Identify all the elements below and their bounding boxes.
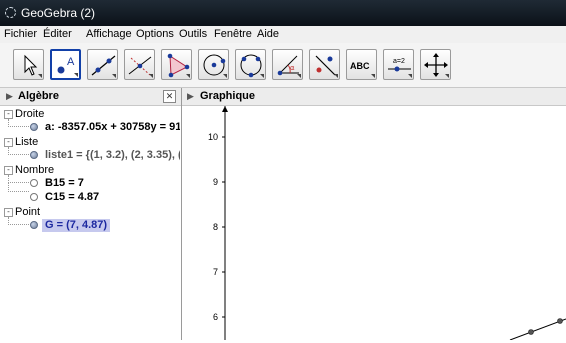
toolbar: A α ABC a=2 — [0, 43, 566, 88]
svg-text:α: α — [290, 64, 295, 72]
y-tick-label: 6 — [213, 312, 218, 322]
algebra-item-g-selected[interactable]: G = (7, 4.87) — [42, 219, 111, 232]
graphics-view[interactable]: 10 9 8 7 6 — [182, 106, 566, 341]
y-tick-label: 9 — [213, 177, 218, 187]
algebra-item-b15[interactable]: B15 = 7 — [45, 177, 84, 190]
collapse-arrow-icon[interactable]: ▶ — [6, 91, 13, 102]
collapse-liste-icon[interactable]: - — [4, 138, 13, 147]
algebra-item-liste1[interactable]: liste1 = {(1, 3.2), (2, 3.35), (3 — [45, 149, 180, 162]
perpendicular-tool-button[interactable] — [124, 49, 155, 80]
collapse-nombre-icon[interactable]: - — [4, 166, 13, 175]
close-algebra-view-button[interactable]: ✕ — [163, 90, 176, 103]
new-point-tool-button[interactable]: A — [50, 49, 81, 80]
circle-three-points-tool-button[interactable] — [235, 49, 266, 80]
visibility-toggle-icon[interactable] — [30, 221, 38, 229]
visibility-toggle-icon[interactable] — [30, 193, 38, 201]
menu-affichage[interactable]: Affichage — [86, 28, 132, 40]
list-point[interactable] — [528, 329, 534, 335]
move-graphics-view-tool-button[interactable] — [420, 49, 451, 80]
collapse-point-icon[interactable]: - — [4, 208, 13, 217]
y-tick-label: 8 — [213, 222, 218, 232]
geogebra-app-icon — [5, 7, 16, 18]
line-tool-button[interactable] — [87, 49, 118, 80]
y-axis-arrow-icon — [222, 106, 228, 112]
menu-outils[interactable]: Outils — [179, 28, 207, 40]
menu-bar: Fichier Éditer Affichage Options Outils … — [0, 26, 566, 43]
menu-fenetre[interactable]: Fenêtre — [214, 28, 252, 40]
menu-options[interactable]: Options — [136, 28, 174, 40]
visibility-toggle-icon[interactable] — [30, 179, 38, 187]
svg-text:A: A — [67, 56, 75, 68]
menu-aide[interactable]: Aide — [257, 28, 279, 40]
graphics-canvas[interactable]: 10 9 8 7 6 — [182, 106, 566, 341]
window-title: GeoGebra (2) — [21, 6, 96, 20]
menu-fichier[interactable]: Fichier — [4, 28, 37, 40]
new-point-tool-icon: A — [57, 56, 75, 74]
graphics-view-header: ▶ Graphique — [182, 88, 566, 106]
move-tool-button[interactable] — [13, 49, 44, 80]
y-tick-label: 10 — [208, 132, 218, 142]
algebra-item-c15[interactable]: C15 = 4.87 — [45, 191, 99, 204]
text-tool-label: ABC — [350, 61, 370, 71]
visibility-toggle-icon[interactable] — [30, 123, 38, 131]
polygon-tool-button[interactable] — [161, 49, 192, 80]
algebra-item-a[interactable]: a: -8357.05x + 30758y = 913 — [45, 121, 180, 134]
menu-editer[interactable]: Éditer — [43, 28, 72, 40]
algebra-view-header: ▶ Algèbre ✕ — [0, 88, 181, 106]
list-point[interactable] — [557, 318, 563, 324]
text-tool-button[interactable]: ABC — [346, 49, 377, 80]
circle-center-tool-button[interactable] — [198, 49, 229, 80]
slider-tool-label: a=2 — [393, 58, 405, 65]
angle-tool-button[interactable]: α — [272, 49, 303, 80]
algebra-view-title: Algèbre — [18, 90, 59, 102]
collapse-droite-icon[interactable]: - — [4, 110, 13, 119]
reflect-tool-button[interactable] — [309, 49, 340, 80]
y-tick-label: 7 — [213, 267, 218, 277]
visibility-toggle-icon[interactable] — [30, 151, 38, 159]
algebra-tree: - Droite a: -8357.05x + 30758y = 913 - L… — [0, 106, 181, 340]
slider-tool-button[interactable]: a=2 — [383, 49, 414, 80]
graphics-view-title: Graphique — [200, 90, 256, 102]
title-bar: GeoGebra (2) — [0, 0, 566, 26]
collapse-arrow-icon[interactable]: ▶ — [187, 91, 194, 102]
